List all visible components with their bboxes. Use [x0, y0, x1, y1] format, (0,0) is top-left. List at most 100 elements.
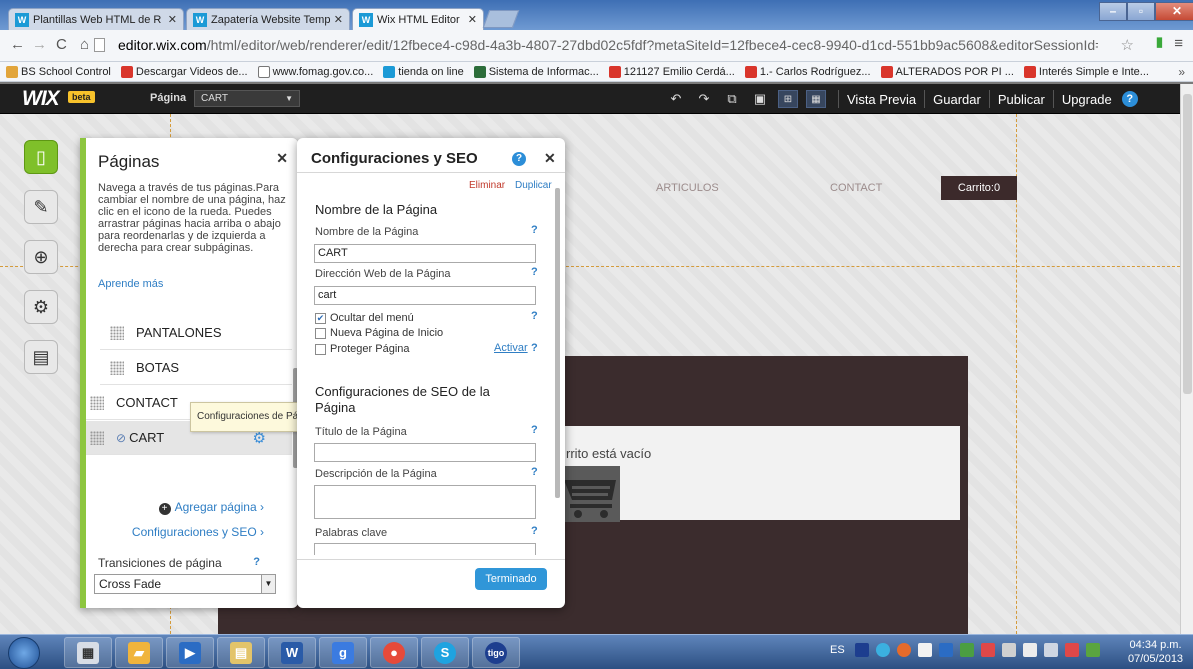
learn-more-link[interactable]: Aprende más: [98, 278, 163, 290]
help-icon[interactable]: ?: [253, 556, 260, 568]
site-nav-item[interactable]: ARTICULOS: [656, 182, 719, 194]
help-icon[interactable]: ?: [531, 310, 538, 322]
close-icon[interactable]: ✕: [544, 150, 556, 167]
folder-app-icon[interactable]: ▰: [115, 637, 163, 668]
clock[interactable]: 04:34 p.m. 07/05/2013: [1128, 638, 1183, 666]
tray-icon[interactable]: [917, 643, 932, 657]
page-select[interactable]: CART ▼: [194, 90, 300, 107]
scrollbar-thumb[interactable]: [1183, 94, 1192, 394]
bookmark-item[interactable]: tienda on line: [383, 65, 464, 78]
drag-handle-icon[interactable]: [110, 360, 124, 375]
bookmark-item[interactable]: Sistema de Informac...: [473, 65, 599, 78]
tigo-app-icon[interactable]: tigo: [472, 637, 520, 668]
publish-button[interactable]: Publicar: [994, 92, 1049, 107]
reload-icon[interactable]: C: [56, 36, 67, 53]
bookmark-item[interactable]: 1.- Carlos Rodríguez...: [744, 65, 871, 78]
browser-tab[interactable]: W Zapatería Website Templa ✕: [186, 8, 350, 30]
seo-description-textarea[interactable]: [314, 485, 536, 519]
redo-icon[interactable]: ↷: [694, 90, 714, 108]
new-tab-button[interactable]: [482, 10, 520, 28]
extension-signal-icon[interactable]: ▮: [1156, 34, 1163, 50]
forward-arrow-icon[interactable]: →: [32, 36, 47, 53]
close-tab-icon[interactable]: ✕: [468, 13, 477, 26]
calculator-app-icon[interactable]: ▦: [64, 637, 112, 668]
bookmarks-overflow-button[interactable]: »: [1178, 65, 1185, 79]
snap-toggle-icon[interactable]: ▦: [806, 90, 826, 108]
network-icon[interactable]: [1022, 643, 1037, 657]
new-home-page-checkbox[interactable]: Nueva Página de Inicio: [315, 327, 443, 339]
browser-tab[interactable]: W Plantillas Web HTML de R ✕: [8, 8, 184, 30]
design-tool-button[interactable]: ✎: [24, 190, 58, 224]
page-url-input[interactable]: cart: [314, 286, 536, 305]
home-icon[interactable]: ⌂: [80, 36, 89, 53]
app-market-tool-button[interactable]: ▤: [24, 340, 58, 374]
help-icon[interactable]: ?: [531, 266, 538, 278]
tray-icon[interactable]: [959, 643, 974, 657]
bookmark-star-icon[interactable]: ☆: [1121, 36, 1134, 54]
tray-icon[interactable]: [980, 643, 995, 657]
help-icon[interactable]: ?: [531, 466, 538, 478]
paste-icon[interactable]: ▣: [750, 90, 770, 108]
help-icon[interactable]: ?: [531, 525, 538, 537]
close-tab-icon[interactable]: ✕: [334, 13, 343, 26]
help-icon[interactable]: ?: [512, 152, 526, 166]
help-icon[interactable]: ?: [531, 224, 538, 236]
add-page-link[interactable]: + Agregar página ›: [158, 500, 264, 515]
seo-panel-scrollbar[interactable]: [555, 188, 560, 498]
help-icon[interactable]: ?: [531, 342, 538, 354]
volume-icon[interactable]: [1043, 643, 1058, 657]
site-nav-item[interactable]: CONTACT: [830, 182, 882, 194]
cart-widget-button[interactable]: Carrito:0: [941, 176, 1017, 200]
page-scrollbar[interactable]: [1180, 84, 1193, 634]
seo-settings-link[interactable]: Configuraciones y SEO ›: [132, 525, 264, 539]
bookmark-item[interactable]: Interés Simple e Inte...: [1023, 65, 1149, 78]
minimize-button[interactable]: –: [1099, 2, 1127, 21]
bookmark-item[interactable]: ALTERADOS POR PI ...: [880, 65, 1014, 78]
keywords-input[interactable]: [314, 543, 536, 555]
chrome-menu-icon[interactable]: ≡: [1174, 35, 1183, 52]
transition-select[interactable]: Cross Fade ▼: [94, 574, 276, 594]
checkbox-checked-icon[interactable]: ✔: [315, 312, 326, 324]
tray-icon[interactable]: [896, 643, 911, 657]
url-text[interactable]: editor.wix.com/html/editor/web/renderer/…: [118, 37, 1098, 53]
add-tool-button[interactable]: ⊕: [24, 240, 58, 274]
checkbox-icon[interactable]: [315, 327, 326, 339]
grid-toggle-icon[interactable]: ⊞: [778, 90, 798, 108]
hide-from-menu-checkbox[interactable]: ✔ Ocultar del menú: [315, 312, 414, 324]
help-icon[interactable]: ?: [1121, 91, 1138, 107]
protect-page-checkbox[interactable]: Proteger Página: [315, 343, 410, 355]
explorer-app-icon[interactable]: ▤: [217, 637, 265, 668]
tray-icon[interactable]: [938, 643, 953, 657]
preview-button[interactable]: Vista Previa: [843, 92, 920, 107]
duplicate-page-link[interactable]: Duplicar: [515, 180, 552, 191]
back-arrow-icon[interactable]: ←: [10, 36, 25, 53]
close-icon[interactable]: ✕: [276, 150, 288, 167]
bookmark-item[interactable]: www.fomag.gov.co...: [257, 65, 373, 78]
page-name-input[interactable]: CART: [314, 244, 536, 263]
bookmark-item[interactable]: Descargar Videos de...: [120, 65, 248, 78]
drag-handle-icon[interactable]: [90, 395, 104, 410]
page-item-pantalones[interactable]: PANTALONES: [100, 316, 292, 350]
bookmark-item[interactable]: BS School Control: [6, 65, 111, 78]
tray-icon[interactable]: [1064, 643, 1079, 657]
seo-title-input[interactable]: [314, 443, 536, 462]
chrome-app-icon[interactable]: ●: [370, 637, 418, 668]
pages-tool-button[interactable]: ▯: [24, 140, 58, 174]
drag-handle-icon[interactable]: [110, 325, 124, 340]
checkbox-icon[interactable]: [315, 343, 326, 355]
save-button[interactable]: Guardar: [929, 92, 985, 107]
upgrade-button[interactable]: Upgrade: [1058, 92, 1116, 107]
drag-handle-icon[interactable]: [90, 430, 104, 445]
tray-icon[interactable]: [875, 643, 890, 657]
copy-icon[interactable]: ⧉: [722, 90, 742, 108]
start-button[interactable]: [8, 637, 40, 669]
undo-icon[interactable]: ↶: [666, 90, 686, 108]
browser-tab-active[interactable]: W Wix HTML Editor ✕: [352, 8, 484, 30]
tray-icon[interactable]: [854, 643, 869, 657]
address-bar[interactable]: editor.wix.com/html/editor/web/renderer/…: [94, 34, 1162, 58]
media-player-app-icon[interactable]: ▶: [166, 637, 214, 668]
tray-icon[interactable]: [1001, 643, 1016, 657]
language-indicator[interactable]: ES: [830, 644, 845, 656]
battery-icon[interactable]: [1085, 643, 1100, 657]
close-tab-icon[interactable]: ✕: [168, 13, 177, 26]
